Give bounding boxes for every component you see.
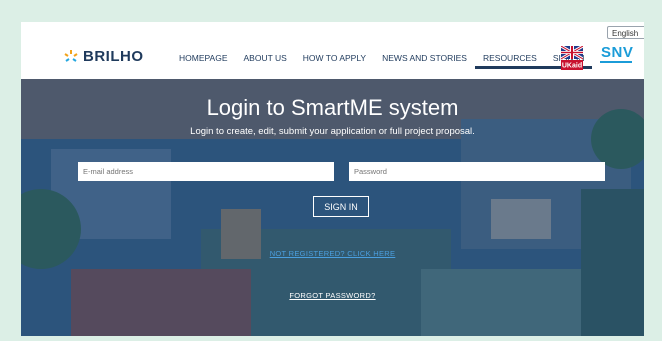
- snv-logo: SNV: [601, 44, 634, 61]
- logo-text: BRILHO: [83, 48, 144, 65]
- nav-homepage[interactable]: HOMEPAGE: [171, 53, 236, 69]
- language-select[interactable]: English ▾: [607, 26, 644, 39]
- register-link[interactable]: NOT REGISTERED? CLICK HERE: [21, 249, 644, 258]
- login-hero: Login to SmartME system Login to create,…: [21, 79, 644, 336]
- nav-resources[interactable]: RESOURCES: [474, 53, 545, 69]
- nav-about-us[interactable]: ABOUT US: [236, 53, 295, 69]
- main-nav: HOMEPAGE ABOUT US HOW TO APPLY NEWS AND …: [171, 53, 593, 69]
- nav-how-to-apply[interactable]: HOW TO APPLY: [295, 53, 374, 69]
- brilho-logo[interactable]: BRILHO: [63, 48, 144, 65]
- email-input[interactable]: [78, 162, 334, 181]
- password-input[interactable]: [349, 162, 605, 181]
- sunburst-icon: [64, 49, 78, 62]
- sign-in-button[interactable]: SIGN IN: [313, 196, 369, 217]
- page-subtitle: Login to create, edit, submit your appli…: [190, 126, 475, 137]
- site-header: English ▾ BRILHO HOMEPAGE ABOUT US HOW T…: [21, 22, 644, 79]
- page-title: Login to SmartME system: [206, 95, 459, 120]
- ukaid-logo: UKaid: [561, 46, 583, 70]
- snv-underline: [600, 61, 632, 63]
- nav-news-and-stories[interactable]: NEWS AND STORIES: [374, 53, 475, 69]
- language-value: English: [612, 29, 639, 38]
- forgot-password-link[interactable]: FORGOT PASSWORD?: [21, 291, 644, 300]
- page-frame: English ▾ BRILHO HOMEPAGE ABOUT US HOW T…: [21, 22, 644, 336]
- ukaid-text: UKaid: [562, 63, 582, 70]
